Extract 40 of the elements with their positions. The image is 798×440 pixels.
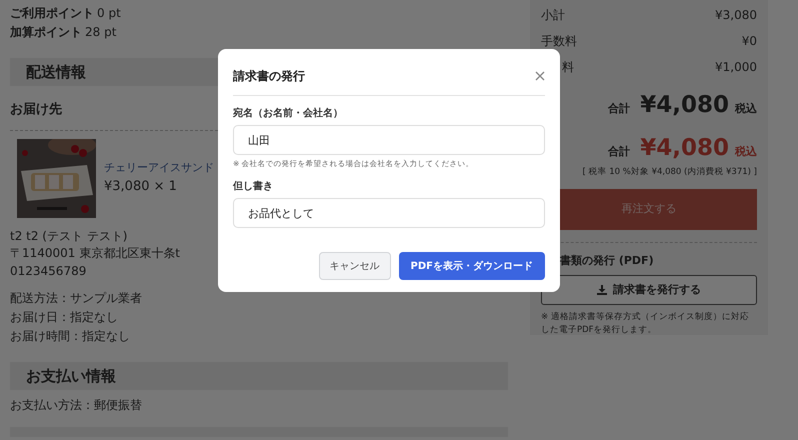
tax-included-label: 税込 <box>735 101 757 117</box>
address-line: 〒1140001 東京都北区東十条t <box>10 245 180 262</box>
summary-label: 小計 <box>541 7 565 24</box>
summary-label: 料 <box>561 59 574 76</box>
points-value: 0 pt <box>97 6 121 20</box>
cancel-button[interactable]: キャンセル <box>318 252 391 280</box>
points-label: ご利用ポイント <box>10 6 94 20</box>
summary-value: ¥1,000 <box>715 59 757 76</box>
summary-value: ¥3,080 <box>715 7 757 24</box>
subheading: お届け先 <box>10 101 62 119</box>
section-header: お支払い情報 <box>10 362 508 390</box>
dialog-title: 請求書の発行 <box>233 68 305 85</box>
invoice-note: ※ 適格請求書等保存方式（インボイス制度）に対応した電子PDFを発行します。 <box>541 311 750 338</box>
delivery-detail: お届け時間：指定なし <box>10 328 130 345</box>
product-price: ¥3,080 × 1 <box>104 178 178 196</box>
address-line: 0123456789 <box>10 262 86 280</box>
summary-value: ¥0 <box>742 33 757 50</box>
download-icon <box>597 285 607 296</box>
points-value: 28 pt <box>85 25 116 39</box>
total-label: 合計 <box>608 101 630 117</box>
tax-note: [ 税率 10 %対象 ¥4,080 (内消費税 ¥371) ] <box>582 166 757 179</box>
input-field[interactable]: お品代として <box>233 198 545 228</box>
documents-heading: 書類の発行 (PDF) <box>559 252 655 269</box>
issue-invoice-button[interactable]: 請求書を発行する <box>541 275 757 306</box>
payment-method: お支払い方法：郵便振替 <box>10 397 142 414</box>
summary-label: 手数料 <box>541 33 577 50</box>
delivery-detail: 配送方法：サンプル業者 <box>10 290 142 307</box>
tax-included-label: 税込 <box>735 144 757 160</box>
product-link[interactable]: チェリーアイスサンド <box>104 160 214 176</box>
download-pdf-button[interactable]: PDFを表示・ダウンロード <box>398 252 545 280</box>
close-icon[interactable] <box>535 71 545 81</box>
field-label: 但し書き <box>233 180 274 194</box>
total-label: 合計 <box>608 144 630 160</box>
points-label: 加算ポイント <box>10 25 82 39</box>
total-amount: ¥4,080 <box>640 134 729 162</box>
input-field[interactable]: 山田 <box>233 125 545 155</box>
delivery-detail: お届け日：指定なし <box>10 309 118 326</box>
field-label: 宛名（お名前・会社名） <box>233 106 344 121</box>
total-amount: ¥4,080 <box>640 91 729 120</box>
address-line: t2 t2 (テスト テスト) <box>10 228 128 244</box>
